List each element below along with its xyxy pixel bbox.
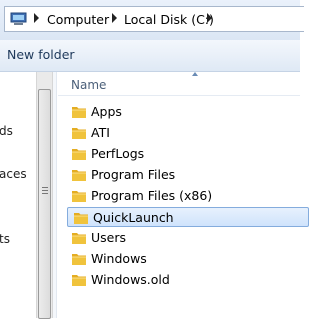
folder-name: Windows.old: [91, 272, 170, 287]
nav-item-fragment[interactable]: aces: [0, 167, 27, 181]
grip-icon: [42, 187, 48, 195]
folder-name: Windows: [91, 251, 147, 266]
computer-location-icon: [10, 12, 27, 25]
folder-row[interactable]: Program Files: [66, 165, 308, 185]
breadcrumb-computer[interactable]: Computer: [47, 12, 109, 27]
folder-row[interactable]: Windows.old: [66, 270, 308, 290]
folder-name: Program Files: [91, 167, 176, 182]
folder-row[interactable]: Program Files (x86): [66, 186, 308, 206]
folder-name: QuickLaunch: [93, 210, 174, 225]
folder-name: ATI: [91, 125, 110, 140]
address-bar[interactable]: Computer Local Disk (C:): [4, 6, 304, 32]
column-header-row: Name: [58, 72, 300, 96]
folder-icon: [72, 149, 86, 160]
folder-row[interactable]: PerfLogs: [66, 144, 308, 164]
sort-ascending-icon: [192, 72, 198, 76]
folder-row[interactable]: Users: [66, 228, 308, 248]
folder-row[interactable]: ATI: [66, 123, 308, 143]
folder-name: PerfLogs: [91, 146, 145, 161]
folder-icon: [72, 107, 86, 118]
folder-icon: [72, 128, 86, 139]
folder-icon: [72, 170, 86, 181]
column-header-name[interactable]: Name: [71, 78, 106, 92]
folder-row[interactable]: Apps: [66, 102, 308, 122]
folder-name: Users: [91, 230, 127, 245]
address-bar-area: Computer Local Disk (C:): [0, 0, 304, 40]
folder-icon: [72, 191, 86, 202]
folder-name: Apps: [91, 104, 122, 119]
breadcrumb-arrow-icon[interactable]: [207, 13, 212, 23]
breadcrumb-local-disk[interactable]: Local Disk (C:): [124, 12, 214, 27]
command-bar: New folder: [0, 40, 300, 72]
pane-divider[interactable]: [53, 72, 57, 318]
scrollbar-thumb[interactable]: [38, 89, 51, 319]
file-list: Name Apps ATI PerfLogs Program Files Program…: [58, 72, 309, 318]
folder-row[interactable]: QuickLaunch: [67, 207, 309, 227]
navigation-pane: ds aces ts: [0, 72, 36, 318]
nav-item-fragment[interactable]: ts: [0, 232, 10, 246]
folder-icon: [72, 275, 86, 286]
folder-row[interactable]: Windows: [66, 249, 308, 269]
nav-scrollbar[interactable]: [36, 72, 53, 319]
new-folder-button[interactable]: New folder: [7, 47, 75, 62]
breadcrumb-arrow-icon[interactable]: [112, 13, 117, 23]
folder-icon: [74, 213, 88, 224]
breadcrumb-arrow-icon[interactable]: [34, 13, 39, 23]
folder-icon: [72, 233, 86, 244]
nav-item-fragment[interactable]: ds: [0, 124, 13, 138]
folder-icon: [72, 254, 86, 265]
folder-name: Program Files (x86): [91, 188, 213, 203]
